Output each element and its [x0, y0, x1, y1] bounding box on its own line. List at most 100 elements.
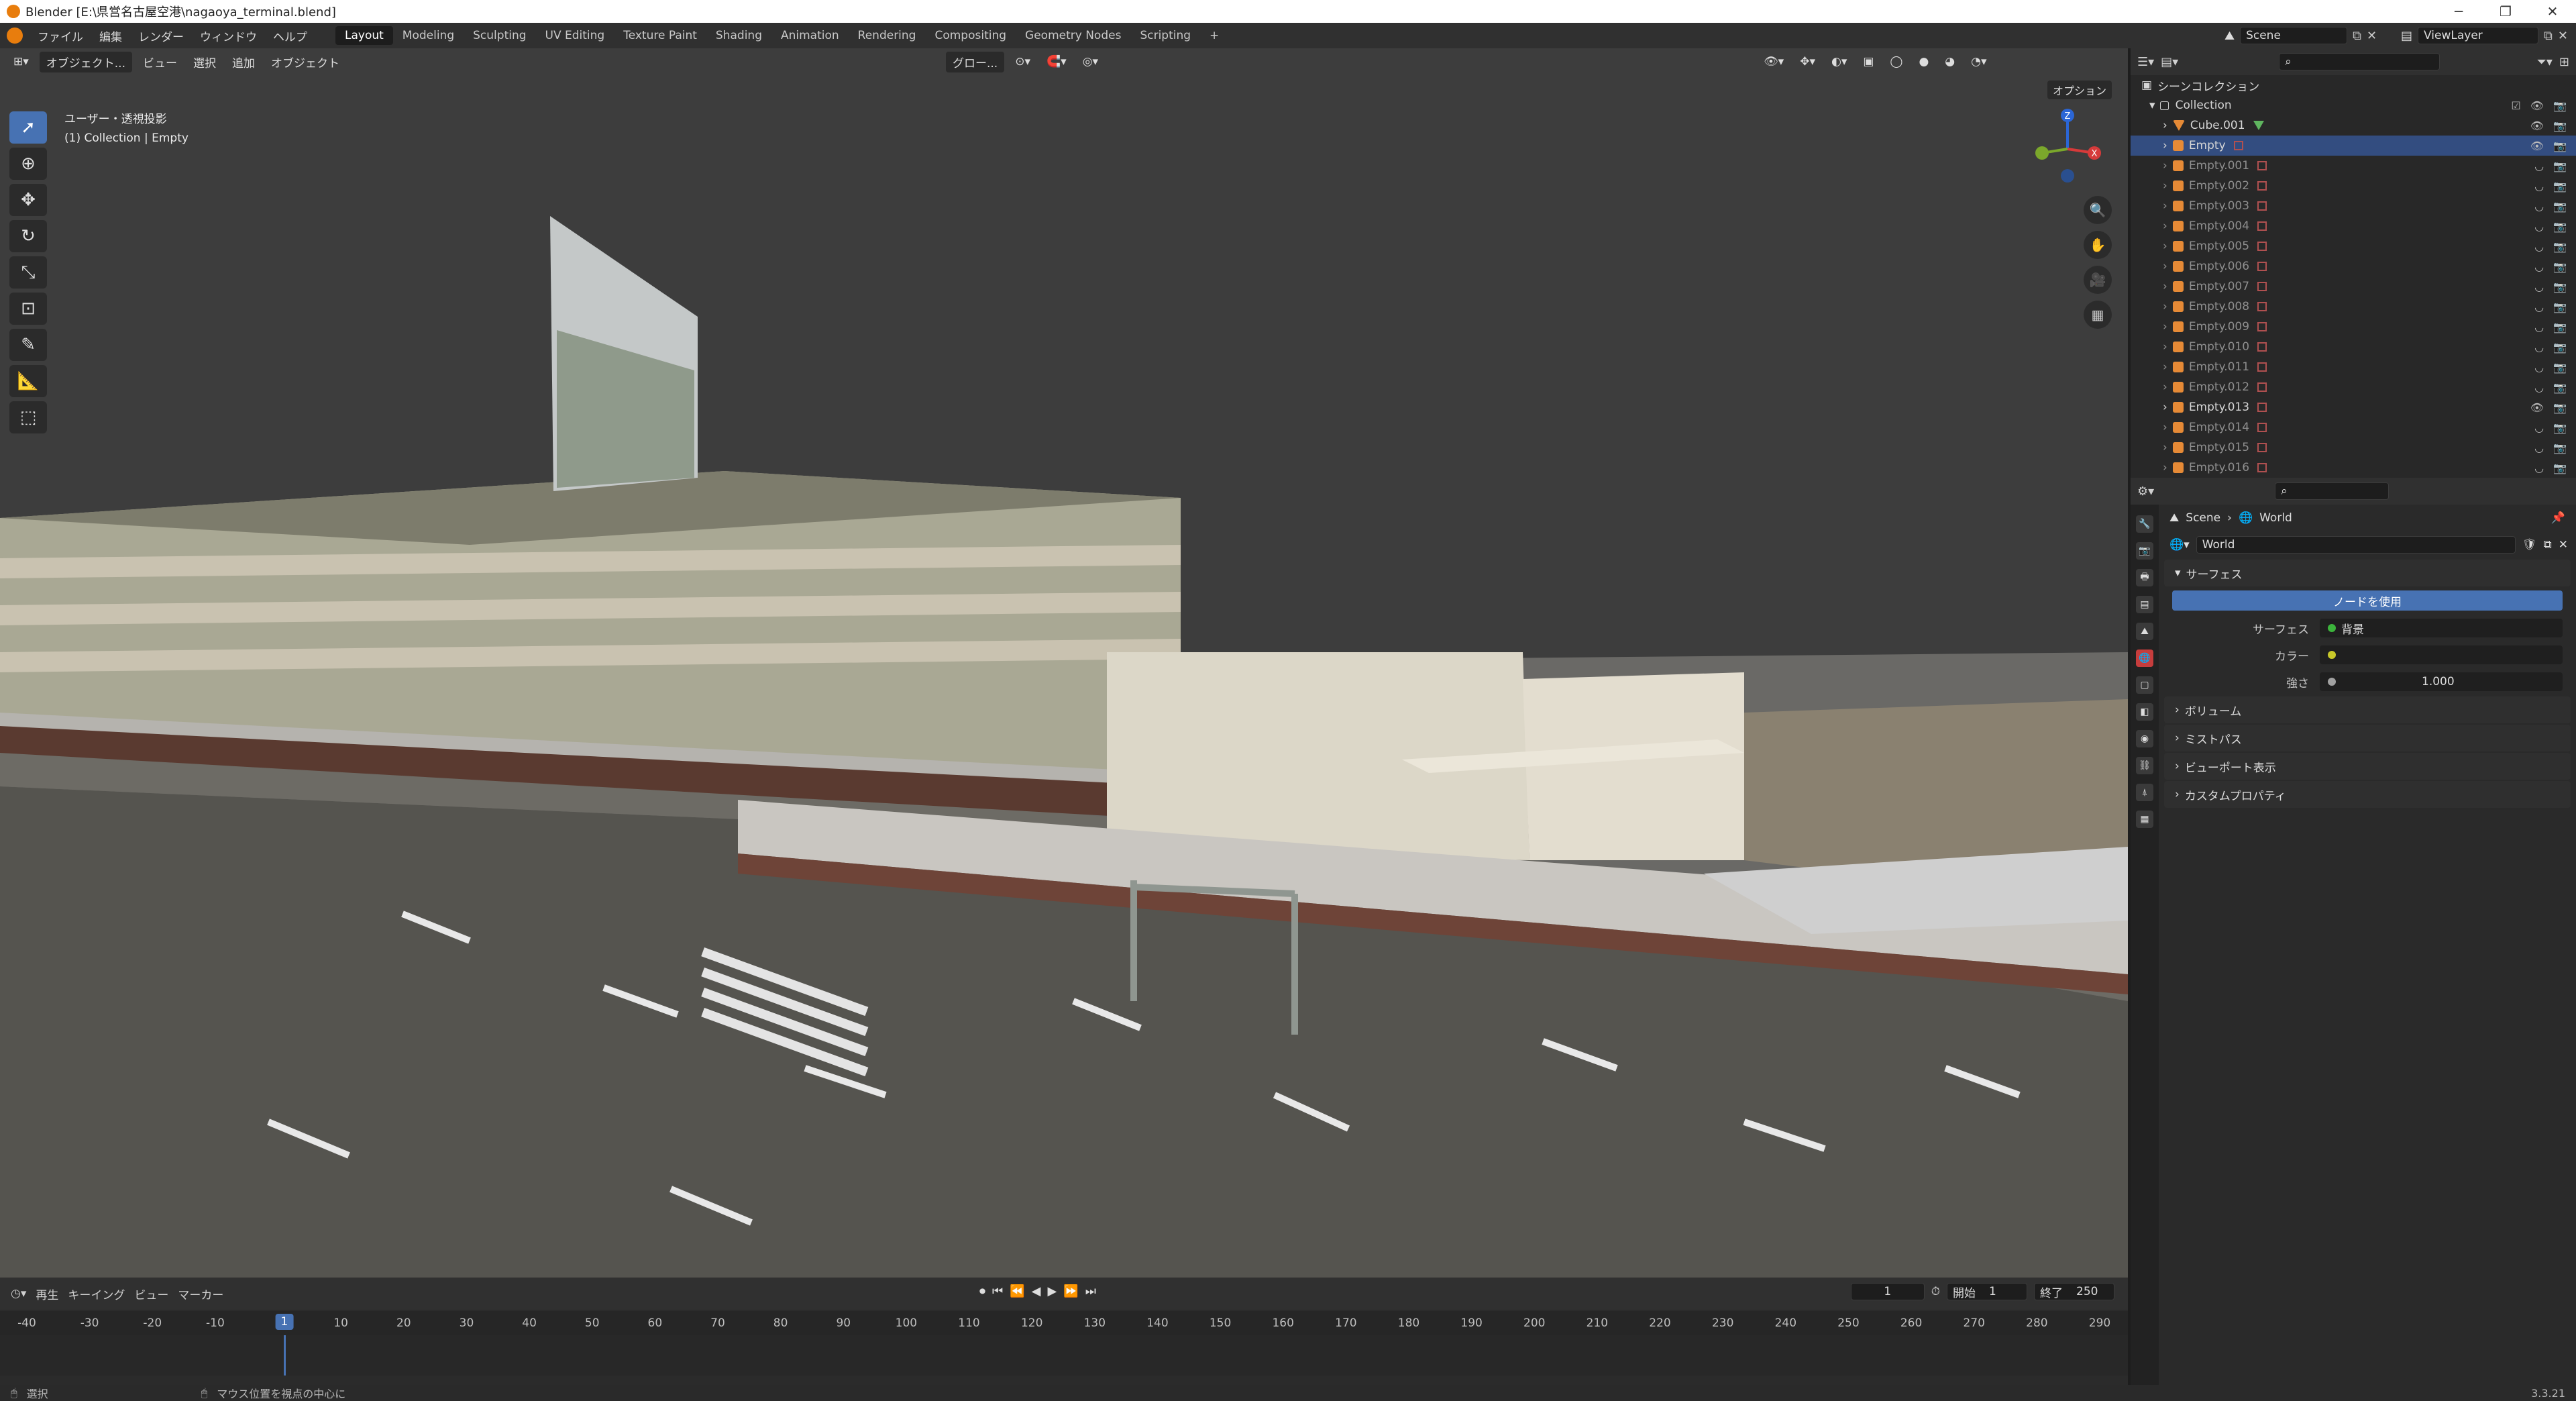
workspace-tab-geometry-nodes[interactable]: Geometry Nodes	[1016, 26, 1130, 45]
camera-view-icon[interactable]: 🎥	[2084, 266, 2112, 294]
eye-closed-icon[interactable]: ◡	[2534, 442, 2544, 454]
eye-closed-icon[interactable]: ◡	[2534, 361, 2544, 374]
new-scene-icon[interactable]: ⧉	[2353, 29, 2361, 43]
outliner-item[interactable]: › Empty.011 ◡ 📷	[2131, 357, 2576, 377]
expand-arrow-icon[interactable]: ›	[2163, 441, 2167, 454]
outliner-item[interactable]: › Empty.002 ◡ 📷	[2131, 176, 2576, 196]
menu-edit[interactable]: 編集	[91, 28, 130, 44]
expand-arrow-icon[interactable]: ›	[2163, 199, 2167, 213]
zoom-icon[interactable]: 🔍	[2084, 196, 2112, 224]
pin-icon[interactable]: 📌	[2551, 511, 2565, 525]
ortho-grid-icon[interactable]: ▦	[2084, 301, 2112, 329]
scene-tab-icon[interactable]: ⛰	[2136, 623, 2153, 640]
expand-arrow-icon[interactable]: ›	[2163, 401, 2167, 414]
menu-window[interactable]: ウィンドウ	[192, 28, 265, 44]
object-data-tab-icon[interactable]: ⍋	[2136, 784, 2153, 801]
workspace-tab-animation[interactable]: Animation	[771, 26, 849, 45]
camera-icon[interactable]: 📷	[2553, 240, 2567, 253]
add-cube-tool-icon[interactable]: ⬚	[9, 401, 47, 433]
timeline-track[interactable]	[0, 1335, 2128, 1376]
image-data-icon[interactable]	[2257, 302, 2267, 311]
annotate-tool-icon[interactable]: ✎	[9, 329, 47, 361]
camera-icon[interactable]: 📷	[2553, 462, 2567, 474]
stopwatch-icon[interactable]: ⏱	[1931, 1285, 1940, 1298]
expand-arrow-icon[interactable]: ›	[2163, 139, 2167, 152]
timeline-ruler[interactable]: -40-30-20-101102030405060708090100110120…	[0, 1311, 2128, 1335]
image-data-icon[interactable]	[2257, 423, 2267, 432]
end-frame-field[interactable]: 終了 250	[2034, 1283, 2114, 1300]
camera-icon[interactable]: 📷	[2553, 421, 2567, 434]
eye-closed-icon[interactable]: ◡	[2534, 341, 2544, 354]
image-data-icon[interactable]	[2257, 221, 2267, 231]
workspace-tab-compositing[interactable]: Compositing	[925, 26, 1016, 45]
display-mode-icon[interactable]: ▤▾	[2161, 55, 2178, 69]
image-data-icon[interactable]	[2257, 443, 2267, 452]
color-field[interactable]	[2320, 645, 2563, 664]
texture-tab-icon[interactable]: ▦	[2136, 811, 2153, 828]
new-collection-icon[interactable]: ⊞	[2559, 55, 2569, 69]
image-data-icon[interactable]	[2257, 463, 2267, 472]
snap-icon[interactable]: 🧲▾	[1041, 53, 1072, 70]
camera-icon[interactable]: 📷	[2553, 260, 2567, 273]
outliner-item[interactable]: › Empty 👁 📷	[2131, 136, 2576, 156]
surface-section-header[interactable]: ▾ サーフェス	[2164, 560, 2571, 586]
measure-tool-icon[interactable]: 📐	[9, 365, 47, 397]
eye-closed-icon[interactable]: ◡	[2534, 160, 2544, 172]
image-data-icon[interactable]	[2257, 201, 2267, 211]
menu-help[interactable]: ヘルプ	[265, 28, 315, 44]
image-data-icon[interactable]	[2257, 342, 2267, 352]
fake-user-icon[interactable]: 🛡	[2522, 538, 2537, 552]
camera-icon[interactable]: 📷	[2553, 341, 2567, 354]
pan-hand-icon[interactable]: ✋	[2084, 231, 2112, 259]
outliner-item[interactable]: › Empty.001 ◡ 📷	[2131, 156, 2576, 176]
expand-arrow-icon[interactable]: ›	[2163, 421, 2167, 434]
outliner-item[interactable]: › Empty.016 ◡ 📷	[2131, 458, 2576, 478]
shading-material-icon[interactable]: ◕	[1939, 53, 1960, 70]
expand-arrow-icon[interactable]: ›	[2163, 219, 2167, 233]
jump-end-icon[interactable]: ⏭	[1085, 1284, 1096, 1298]
camera-icon[interactable]: 📷	[2553, 140, 2567, 152]
eye-closed-icon[interactable]: ◡	[2534, 200, 2544, 213]
transform-orientation-selector[interactable]: グロー...	[946, 51, 1005, 72]
expand-arrow-icon[interactable]: ›	[2163, 260, 2167, 273]
play-reverse-icon[interactable]: ◀	[1032, 1284, 1041, 1298]
camera-icon[interactable]: 📷	[2553, 160, 2567, 172]
timeline-menu-view[interactable]: ビュー	[134, 1286, 168, 1302]
image-data-icon[interactable]	[2257, 382, 2267, 392]
outliner-panel[interactable]: ☰▾ ▤▾ ⌕ ⏷▾ ⊞ ▣ シーンコレクション ▾ ▢ Collection …	[2131, 48, 2576, 478]
pivot-point-icon[interactable]: ⊙▾	[1010, 53, 1036, 70]
gizmo-toggle-icon[interactable]: ✥▾	[1794, 53, 1821, 70]
view-layer-tab-icon[interactable]: ▤	[2136, 596, 2153, 613]
delete-view-layer-icon[interactable]: ✕	[2558, 29, 2568, 43]
eye-icon[interactable]: 👁	[2530, 140, 2544, 152]
expand-arrow-icon[interactable]: ›	[2163, 380, 2167, 394]
camera-icon[interactable]: 📷	[2553, 280, 2567, 293]
viewport-menu-view[interactable]: ビュー	[138, 52, 182, 72]
render-tab-icon[interactable]: 📷	[2136, 542, 2153, 560]
properties-editor-type-icon[interactable]: ⚙▾	[2137, 484, 2154, 499]
eye-closed-icon[interactable]: ◡	[2534, 240, 2544, 253]
expand-arrow-icon[interactable]: ›	[2163, 280, 2167, 293]
proportional-edit-icon[interactable]: ◎▾	[1077, 53, 1104, 70]
eye-closed-icon[interactable]: ◡	[2534, 301, 2544, 313]
workspace-tab-layout[interactable]: Layout	[335, 26, 393, 45]
image-data-icon[interactable]	[2257, 282, 2267, 291]
eye-closed-icon[interactable]: ◡	[2534, 381, 2544, 394]
outliner-item[interactable]: › Empty.007 ◡ 📷	[2131, 276, 2576, 297]
viewport-display-section-header[interactable]: › ビューポート表示	[2164, 753, 2571, 780]
timeline-editor[interactable]: ◷▾ 再生 キーイング ビュー マーカー ⏺ ⏮ ⏪ ◀ ▶ ⏩ ⏭ 1 ⏱ 開…	[0, 1278, 2128, 1385]
custom-properties-section-header[interactable]: › カスタムプロパティ	[2164, 781, 2571, 808]
eye-closed-icon[interactable]: ◡	[2534, 180, 2544, 193]
navigation-gizmo[interactable]: Z X	[2027, 109, 2108, 189]
workspace-tab-modeling[interactable]: Modeling	[393, 26, 464, 45]
expand-arrow-icon[interactable]: ›	[2163, 461, 2167, 474]
use-nodes-button[interactable]: ノードを使用	[2172, 590, 2563, 611]
viewport-menu-object[interactable]: オブジェクト	[266, 52, 345, 72]
image-data-icon[interactable]	[2257, 161, 2267, 170]
mist-pass-section-header[interactable]: › ミストパス	[2164, 725, 2571, 751]
collection-row[interactable]: ▾ ▢ Collection ☑ 👁 📷	[2131, 95, 2576, 115]
editor-type-icon[interactable]: ⊞▾	[8, 53, 34, 70]
workspace-tab-texture-paint[interactable]: Texture Paint	[614, 26, 706, 45]
eye-closed-icon[interactable]: ◡	[2534, 462, 2544, 474]
image-data-icon[interactable]	[2233, 141, 2243, 150]
